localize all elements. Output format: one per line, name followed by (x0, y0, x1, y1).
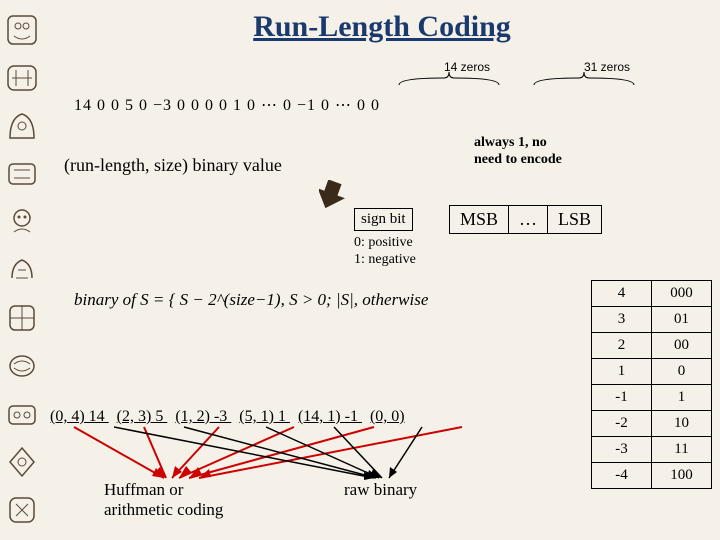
table-cell: 11 (652, 437, 712, 463)
maya-glyph-icon (4, 492, 40, 528)
binary-formula: binary of S = { S − 2^(size−1), S > 0; |… (74, 290, 428, 310)
table-cell: 000 (652, 281, 712, 307)
maya-glyph-icon (4, 156, 40, 192)
always-1-note: always 1, no need to encode (474, 135, 562, 169)
table-cell: 2 (592, 333, 652, 359)
sign-bit-note: 0: positive 1: negative (354, 235, 416, 269)
msb-lsb-box: MSB … LSB (449, 205, 602, 234)
encoded-pair: (1, 2) -3 (175, 408, 231, 425)
value-code-table: 400030120010-11-210-311-4100 (591, 280, 712, 489)
encoded-pair: (5, 1) 1 (239, 408, 290, 425)
huffman-line2: arithmetic coding (104, 500, 223, 520)
huffman-line1: Huffman or (104, 480, 223, 500)
table-row: 301 (592, 307, 712, 333)
maya-glyph-icon (4, 252, 40, 288)
table-row: -4100 (592, 463, 712, 489)
table-cell: 00 (652, 333, 712, 359)
maya-glyph-icon (4, 444, 40, 480)
maya-glyph-icon (4, 12, 40, 48)
sign-bit-box: sign bit (354, 208, 413, 231)
encoded-pair: (0, 0) (370, 408, 405, 425)
encoded-pair: (0, 4) 14 (50, 408, 109, 425)
decorative-glyph-strip (0, 0, 44, 540)
encoded-pairs-row: (0, 4) 14 (2, 3) 5 (1, 2) -3 (5, 1) 1 (1… (50, 408, 413, 426)
table-cell: 1 (652, 385, 712, 411)
table-row: 4000 (592, 281, 712, 307)
positive-note: 0: positive (354, 235, 416, 252)
huffman-label: Huffman or arithmetic coding (104, 480, 223, 521)
table-cell: -1 (592, 385, 652, 411)
table-row: -311 (592, 437, 712, 463)
always-1-line2: need to encode (474, 152, 562, 169)
maya-glyph-icon (4, 300, 40, 336)
maya-glyph-icon (4, 348, 40, 384)
table-row: -210 (592, 411, 712, 437)
zeros-14-label: 14 zeros (444, 60, 490, 74)
maya-glyph-icon (4, 396, 40, 432)
table-cell: -4 (592, 463, 652, 489)
table-cell: 0 (652, 359, 712, 385)
table-cell: -3 (592, 437, 652, 463)
msb-cell: MSB (450, 206, 508, 233)
slide-title: Run-Length Coding (44, 10, 720, 44)
arrow-down-icon (319, 180, 347, 212)
encoded-pair: (14, 1) -1 (298, 408, 362, 425)
dots-cell: … (508, 206, 547, 233)
table-cell: 1 (592, 359, 652, 385)
always-1-line1: always 1, no (474, 135, 562, 152)
table-cell: 100 (652, 463, 712, 489)
raw-binary-label: raw binary (344, 480, 417, 500)
zeros-31-label: 31 zeros (584, 60, 630, 74)
maya-glyph-icon (4, 60, 40, 96)
negative-note: 1: negative (354, 252, 416, 269)
table-cell: 10 (652, 411, 712, 437)
maya-glyph-icon (4, 204, 40, 240)
table-cell: 3 (592, 307, 652, 333)
rlc-format-label: (run-length, size) binary value (64, 155, 282, 176)
table-row: 10 (592, 359, 712, 385)
maya-glyph-icon (4, 108, 40, 144)
coefficient-sequence: 14 0 0 5 0 −3 0 0 0 0 1 0 ⋯ 0 −1 0 ⋯ 0 0 (74, 95, 380, 115)
table-cell: 4 (592, 281, 652, 307)
table-row: 200 (592, 333, 712, 359)
encoded-pair: (2, 3) 5 (117, 408, 168, 425)
table-cell: 01 (652, 307, 712, 333)
table-row: -11 (592, 385, 712, 411)
lsb-cell: LSB (547, 206, 601, 233)
table-cell: -2 (592, 411, 652, 437)
